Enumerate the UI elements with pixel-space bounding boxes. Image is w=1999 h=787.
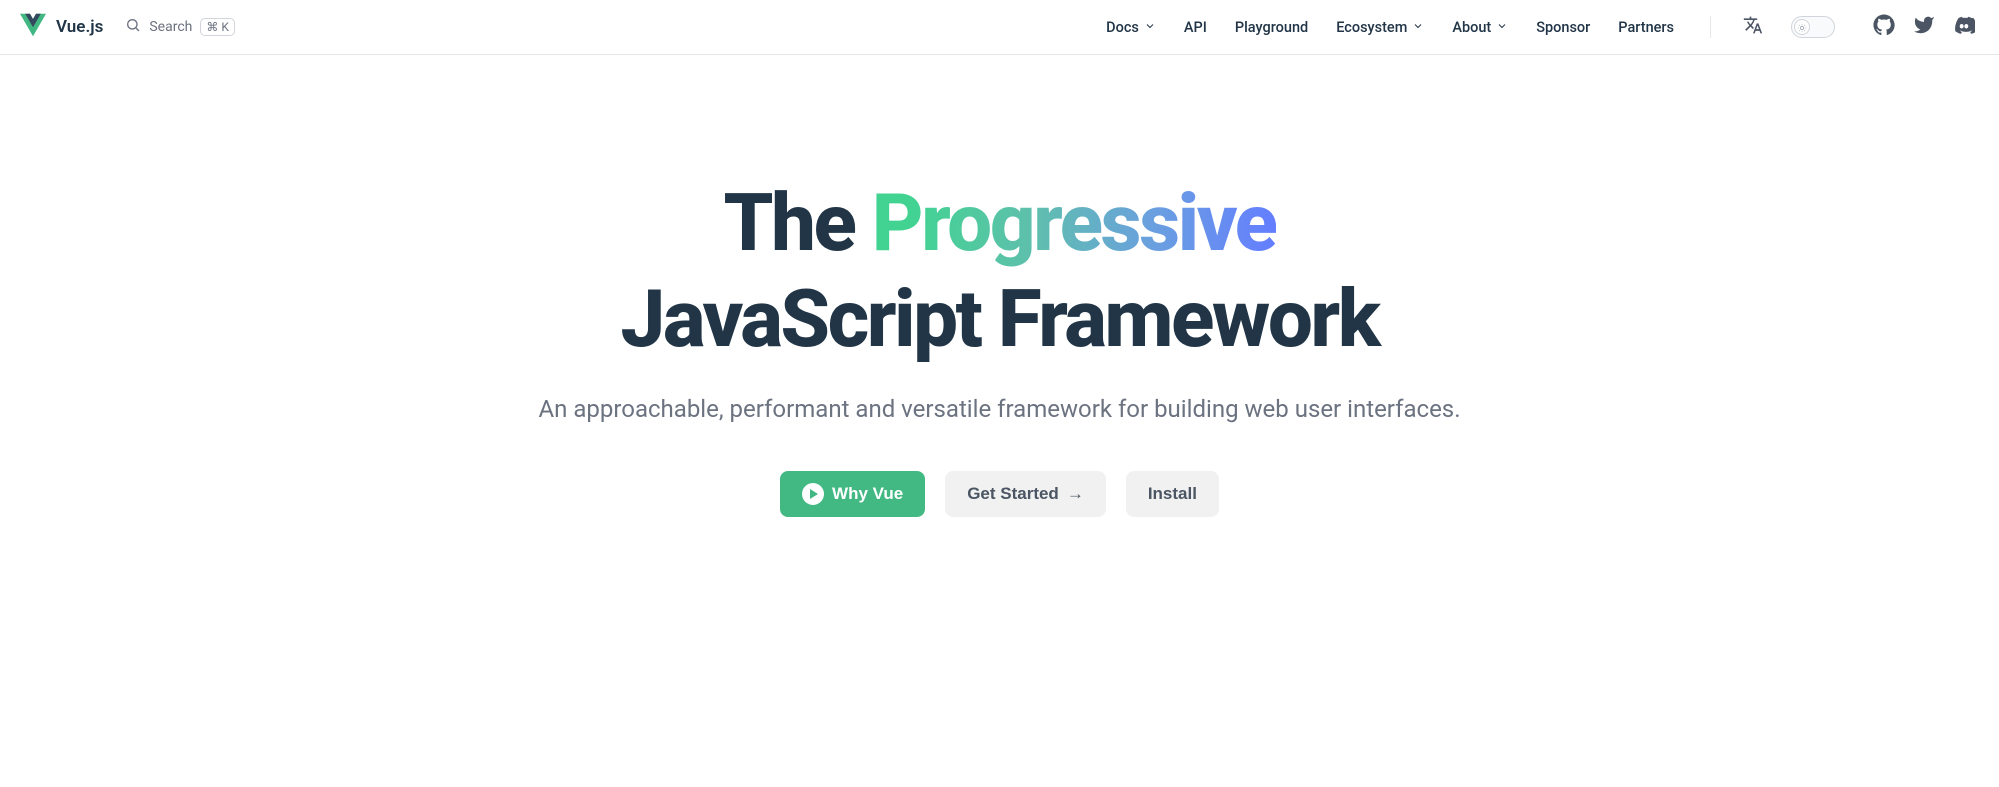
nav-sponsor[interactable]: Sponsor bbox=[1536, 19, 1590, 36]
headline-pre: The bbox=[723, 176, 871, 270]
theme-toggle[interactable] bbox=[1791, 16, 1835, 38]
headline-accent: Progressive bbox=[872, 176, 1276, 270]
install-button[interactable]: Install bbox=[1126, 471, 1219, 517]
button-label: Why Vue bbox=[832, 484, 903, 504]
hero-section: The Progressive JavaScript Framework An … bbox=[0, 55, 1999, 557]
nav-api[interactable]: API bbox=[1184, 19, 1207, 36]
button-label: Install bbox=[1148, 484, 1197, 504]
social-links bbox=[1873, 14, 1975, 40]
primary-nav: Docs API Playground Ecosystem About Spon… bbox=[1106, 14, 1975, 40]
chevron-down-icon bbox=[1496, 19, 1508, 36]
nav-docs[interactable]: Docs bbox=[1106, 19, 1156, 36]
nav-label: Sponsor bbox=[1536, 19, 1590, 36]
search-icon bbox=[125, 17, 141, 37]
get-started-button[interactable]: Get Started → bbox=[945, 471, 1106, 517]
twitter-link[interactable] bbox=[1913, 14, 1935, 40]
nav-label: Ecosystem bbox=[1336, 19, 1407, 36]
nav-label: Partners bbox=[1618, 19, 1674, 36]
github-icon bbox=[1873, 14, 1895, 40]
nav-ecosystem[interactable]: Ecosystem bbox=[1336, 19, 1424, 36]
search-button[interactable]: Search ⌘ K bbox=[125, 17, 235, 37]
chevron-down-icon bbox=[1412, 19, 1424, 36]
top-navbar: Vue.js Search ⌘ K Docs API Playground Ec… bbox=[0, 0, 1999, 55]
nav-label: API bbox=[1184, 19, 1207, 36]
arrow-right-icon: → bbox=[1067, 484, 1084, 504]
theme-toggle-knob bbox=[1794, 19, 1810, 35]
logo-link[interactable]: Vue.js bbox=[20, 12, 103, 42]
vue-logo-icon bbox=[20, 12, 46, 42]
why-vue-button[interactable]: Why Vue bbox=[780, 471, 925, 517]
sun-icon bbox=[1797, 18, 1807, 37]
play-icon bbox=[802, 483, 824, 505]
nav-divider bbox=[1710, 16, 1711, 38]
hero-actions: Why Vue Get Started → Install bbox=[20, 471, 1979, 517]
github-link[interactable] bbox=[1873, 14, 1895, 40]
headline-post: JavaScript Framework bbox=[621, 272, 1379, 366]
nav-label: Docs bbox=[1106, 19, 1139, 36]
nav-about[interactable]: About bbox=[1452, 19, 1508, 36]
twitter-icon bbox=[1913, 14, 1935, 40]
search-placeholder: Search bbox=[149, 19, 192, 35]
nav-playground[interactable]: Playground bbox=[1235, 19, 1308, 36]
nav-label: About bbox=[1452, 19, 1491, 36]
discord-icon bbox=[1953, 14, 1975, 40]
hero-tagline: An approachable, performant and versatil… bbox=[20, 395, 1979, 423]
hero-headline: The Progressive JavaScript Framework bbox=[20, 175, 1979, 367]
site-title: Vue.js bbox=[56, 17, 103, 37]
nav-label: Playground bbox=[1235, 19, 1308, 36]
translate-button[interactable] bbox=[1743, 15, 1763, 39]
button-label: Get Started bbox=[967, 484, 1059, 504]
nav-partners[interactable]: Partners bbox=[1618, 19, 1674, 36]
translate-icon bbox=[1743, 15, 1763, 39]
search-shortcut-badge: ⌘ K bbox=[200, 18, 235, 36]
discord-link[interactable] bbox=[1953, 14, 1975, 40]
chevron-down-icon bbox=[1144, 19, 1156, 36]
